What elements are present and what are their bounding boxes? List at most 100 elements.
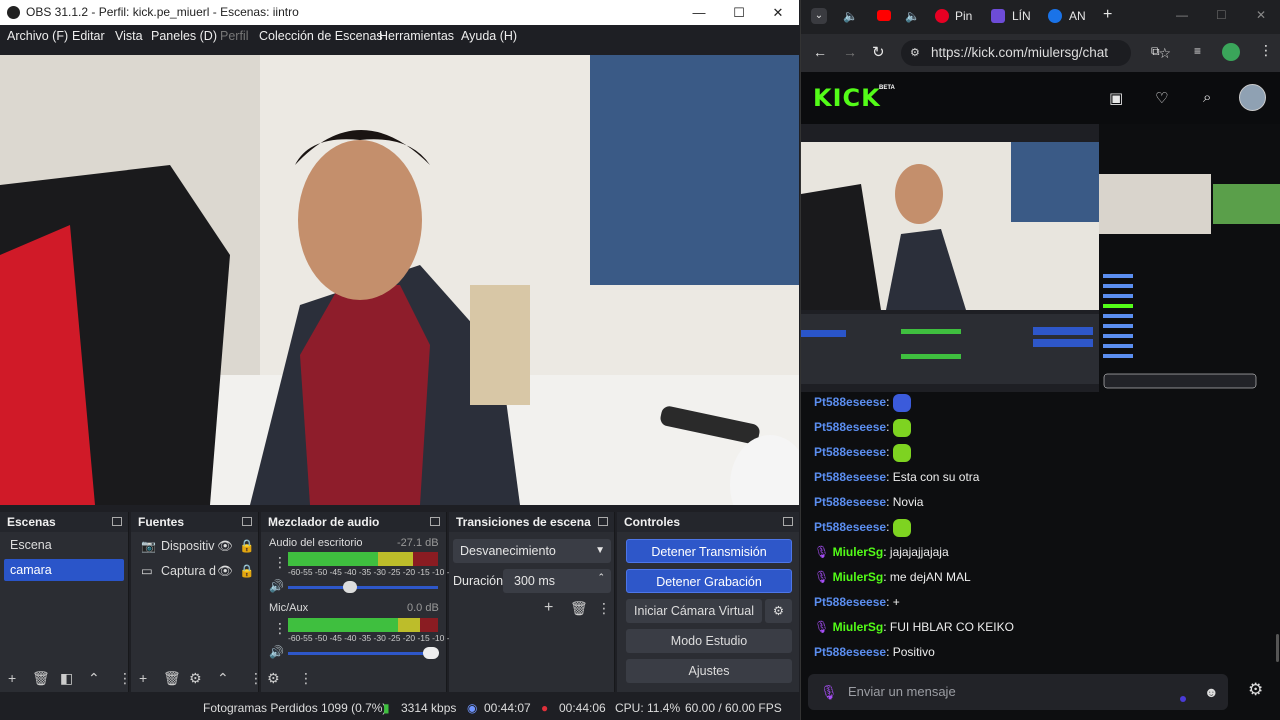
eye-icon[interactable]: 👁: [217, 535, 233, 557]
more-options-icon[interactable]: ⋮: [299, 670, 313, 686]
add-scene-icon[interactable]: +: [8, 670, 16, 686]
extensions-icon[interactable]: ⧉: [1151, 44, 1160, 59]
audio-icon[interactable]: 🔈: [905, 9, 920, 23]
scene-item-camara[interactable]: camara: [4, 559, 124, 581]
site-info-icon[interactable]: ⚙: [910, 40, 920, 66]
search-icon[interactable]: ⌕: [1203, 89, 1211, 106]
menu-paneles[interactable]: Paneles (D): [151, 25, 217, 48]
chat-username[interactable]: MiulerSg: [833, 620, 884, 634]
maximize-icon[interactable]: ☐: [719, 0, 759, 25]
source-item-captura[interactable]: ▭ Captura d 👁 🔒: [135, 560, 259, 582]
chat-username[interactable]: Pt588eseese: [814, 470, 886, 484]
chat-username[interactable]: Pt588eseese: [814, 595, 886, 609]
profile-icon[interactable]: [1222, 43, 1240, 61]
remove-scene-icon[interactable]: 🗑: [32, 670, 50, 686]
close-icon[interactable]: ✕: [1256, 8, 1266, 22]
chat-username[interactable]: MiulerSg: [833, 570, 884, 584]
more-options-icon[interactable]: ⋮: [118, 670, 132, 686]
tab-linea[interactable]: LÍN: [1012, 9, 1031, 23]
source-properties-icon[interactable]: ⚙: [189, 670, 202, 686]
forward-icon[interactable]: →: [843, 44, 857, 60]
undock-icon[interactable]: [112, 517, 122, 526]
reload-icon[interactable]: ↻: [872, 43, 885, 61]
stop-record-button[interactable]: Detener Grabación: [626, 569, 792, 593]
lock-icon[interactable]: 🔒: [239, 560, 255, 582]
tab-search-icon[interactable]: ⌄: [811, 8, 827, 24]
tab-an[interactable]: AN: [1069, 9, 1086, 23]
pinterest-icon[interactable]: [935, 9, 949, 23]
undock-icon[interactable]: [598, 517, 608, 526]
menu-coleccion-escenas[interactable]: Colección de Escenas: [259, 25, 383, 48]
lock-icon[interactable]: 🔒: [239, 535, 255, 557]
chat-scrollbar[interactable]: [1276, 634, 1279, 662]
chat-username[interactable]: Pt588eseese: [814, 445, 886, 459]
following-icon[interactable]: ▣: [1109, 89, 1123, 107]
menu-vista[interactable]: Vista: [115, 25, 143, 48]
more-options-icon[interactable]: ⋮: [597, 600, 611, 616]
menu-editar[interactable]: Editar: [72, 25, 105, 48]
move-up-icon[interactable]: ⌃: [88, 670, 100, 686]
menu-icon[interactable]: ⋮: [1259, 42, 1273, 59]
menu-ayuda[interactable]: Ayuda (H): [461, 25, 517, 48]
chat-input[interactable]: 🎙 Enviar un mensaje ☻: [808, 674, 1228, 710]
menu-herramientas[interactable]: Herramientas: [379, 25, 454, 48]
transition-select[interactable]: Desvanecimiento ▼: [453, 539, 611, 563]
stop-stream-button[interactable]: Detener Transmisión: [626, 539, 792, 563]
remove-transition-icon[interactable]: 🗑: [570, 600, 588, 616]
undock-icon[interactable]: [783, 517, 793, 526]
add-transition-icon[interactable]: +: [544, 600, 553, 616]
undock-icon[interactable]: [242, 517, 252, 526]
duration-spinbox[interactable]: 300 ms ⌃: [503, 569, 611, 593]
maximize-icon[interactable]: ☐: [1216, 8, 1227, 22]
chat-username[interactable]: Pt588eseese: [814, 420, 886, 434]
start-virtual-cam-button[interactable]: Iniciar Cámara Virtual: [626, 599, 762, 623]
stream-video[interactable]: [801, 124, 1280, 392]
undock-icon[interactable]: [430, 517, 440, 526]
reading-list-icon[interactable]: ≡: [1194, 44, 1201, 58]
channel-menu-icon[interactable]: ⋮: [273, 554, 287, 570]
kick-logo[interactable]: KICK: [813, 84, 881, 112]
source-item-dispositivo[interactable]: 📷 Dispositiv 👁 🔒: [135, 535, 259, 557]
advanced-audio-icon[interactable]: ⚙: [267, 670, 280, 686]
back-icon[interactable]: ←: [813, 44, 827, 60]
avatar[interactable]: [1239, 84, 1266, 111]
chat-username[interactable]: Pt588eseese: [814, 395, 886, 409]
add-source-icon[interactable]: +: [139, 670, 147, 686]
web-icon[interactable]: [1048, 9, 1062, 23]
chat-username[interactable]: Pt588eseese: [814, 495, 886, 509]
chevron-up-icon[interactable]: ⌃: [597, 565, 605, 589]
emoji-icon[interactable]: ☻: [1204, 674, 1219, 710]
volume-slider[interactable]: [288, 652, 438, 655]
eye-icon[interactable]: 👁: [217, 560, 233, 582]
tab-pin[interactable]: Pin: [955, 9, 972, 23]
app-icon[interactable]: [991, 9, 1005, 23]
chat-username[interactable]: MiulerSg: [833, 545, 884, 559]
minimize-icon[interactable]: —: [1176, 8, 1188, 22]
volume-slider-handle[interactable]: [423, 647, 439, 659]
minimize-icon[interactable]: —: [679, 0, 719, 25]
volume-icon[interactable]: 🔊: [269, 578, 284, 594]
studio-mode-button[interactable]: Modo Estudio: [626, 629, 792, 653]
close-icon[interactable]: ✕: [758, 0, 798, 25]
url-input[interactable]: ⚙ https://kick.com/miulersg/chat ☆: [901, 40, 1171, 66]
remove-source-icon[interactable]: 🗑: [163, 670, 181, 686]
settings-button[interactable]: Ajustes: [626, 659, 792, 683]
volume-slider-handle[interactable]: [343, 581, 357, 593]
channel-menu-icon[interactable]: ⋮: [273, 620, 287, 636]
menu-perfil[interactable]: Perfil: [220, 25, 248, 48]
audio-icon[interactable]: 🔈: [843, 9, 858, 23]
chat-settings-icon[interactable]: ⚙: [1248, 680, 1263, 700]
scene-filter-icon[interactable]: ◧: [60, 670, 73, 686]
heart-icon[interactable]: ♡: [1155, 89, 1168, 107]
chat-username[interactable]: Pt588eseese: [814, 645, 886, 659]
bookmark-icon[interactable]: ☆: [1158, 40, 1171, 66]
new-tab-icon[interactable]: +: [1103, 6, 1112, 24]
volume-slider[interactable]: [288, 586, 438, 589]
scene-item-escena[interactable]: Escena: [4, 534, 124, 556]
youtube-icon[interactable]: [877, 10, 891, 21]
virtual-cam-settings-icon[interactable]: ⚙: [765, 599, 792, 623]
volume-icon[interactable]: 🔊: [269, 644, 284, 660]
move-up-icon[interactable]: ⌃: [217, 670, 229, 686]
menu-archivo[interactable]: Archivo (F): [7, 25, 68, 48]
preview-canvas[interactable]: [0, 55, 799, 505]
